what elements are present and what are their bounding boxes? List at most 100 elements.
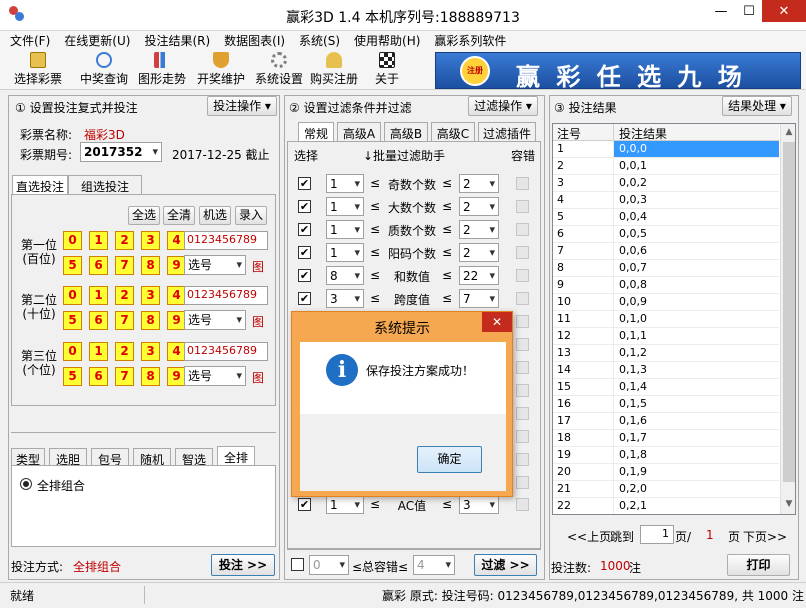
tab-banker[interactable]: 选胆	[49, 448, 87, 467]
table-row[interactable]: 2 0,0,1	[553, 158, 779, 175]
tab-direct-bet[interactable]: 直选投注	[12, 175, 68, 195]
dialog-ok-button[interactable]: 确定	[417, 446, 482, 473]
tab-package[interactable]: 包号	[91, 448, 129, 467]
menu-file[interactable]: 文件(F)	[10, 32, 50, 49]
pick-select-2[interactable]: 选号	[184, 310, 246, 330]
filter-button[interactable]: 过滤 >>	[474, 554, 537, 576]
tolerance-checkbox[interactable]	[516, 269, 529, 282]
number-ball[interactable]: 1	[89, 342, 108, 361]
page-input[interactable]: 1	[640, 525, 674, 544]
filter-min-select[interactable]: 1	[326, 174, 364, 193]
filter-min-select[interactable]: 1	[326, 243, 364, 262]
table-row[interactable]: 7 0,0,6	[553, 243, 779, 260]
table-row[interactable]: 21 0,2,0	[553, 481, 779, 498]
filter-min-select[interactable]: 3	[326, 289, 364, 308]
table-row[interactable]: 15 0,1,4	[553, 379, 779, 396]
pick-select-3[interactable]: 选号	[184, 366, 246, 386]
tolerance-checkbox[interactable]	[516, 177, 529, 190]
tolerance-checkbox[interactable]	[516, 200, 529, 213]
table-row[interactable]: 16 0,1,5	[553, 396, 779, 413]
toolbar-register[interactable]: 购买注册	[306, 52, 362, 88]
tolerance-checkbox[interactable]	[516, 453, 529, 466]
number-ball[interactable]: 2	[115, 342, 134, 361]
table-row[interactable]: 3 0,0,2	[553, 175, 779, 192]
number-ball[interactable]: 0	[63, 231, 82, 250]
table-row[interactable]: 18 0,1,7	[553, 430, 779, 447]
filter-max-select[interactable]: 2	[459, 174, 499, 193]
tolerance-checkbox[interactable]	[516, 498, 529, 511]
table-row[interactable]: 5 0,0,4	[553, 209, 779, 226]
tab-filter-plugins[interactable]: 过滤插件	[478, 122, 536, 142]
menu-series[interactable]: 赢彩系列软件	[434, 32, 506, 49]
print-button[interactable]: 打印	[727, 554, 790, 576]
select-all-button[interactable]: 全选	[128, 206, 160, 225]
total-tolerance-min[interactable]: 0	[309, 555, 349, 575]
tab-advanced-c[interactable]: 高级C	[431, 122, 475, 142]
filter-max-select[interactable]: 7	[459, 289, 499, 308]
digits-input-3[interactable]: 0123456789	[184, 342, 268, 361]
table-row[interactable]: 17 0,1,6	[553, 413, 779, 430]
tab-advanced-a[interactable]: 高级A	[337, 122, 381, 142]
table-row[interactable]: 19 0,1,8	[553, 447, 779, 464]
table-row[interactable]: 9 0,0,8	[553, 277, 779, 294]
toolbar-prize-query[interactable]: 中奖查询	[76, 52, 132, 88]
scroll-up-icon[interactable]: ▲	[781, 124, 795, 141]
filter-min-select[interactable]: 1	[326, 220, 364, 239]
number-ball[interactable]: 0	[63, 342, 82, 361]
close-button[interactable]: ✕	[762, 0, 806, 22]
results-scrollbar[interactable]: ▲ ▼	[780, 124, 795, 514]
menu-update[interactable]: 在线更新(U)	[64, 32, 130, 49]
filter-action-button[interactable]: 过滤操作 ▾	[468, 96, 538, 116]
pick-select-1[interactable]: 选号	[184, 255, 246, 275]
filter-min-select[interactable]: 8	[326, 266, 364, 285]
number-ball[interactable]: 3	[141, 286, 160, 305]
table-row[interactable]: 11 0,1,0	[553, 311, 779, 328]
table-row[interactable]: 12 0,1,1	[553, 328, 779, 345]
number-ball[interactable]: 7	[115, 367, 134, 386]
clear-all-button[interactable]: 全清	[163, 206, 195, 225]
table-row[interactable]: 13 0,1,2	[553, 345, 779, 362]
table-row[interactable]: 20 0,1,9	[553, 464, 779, 481]
filter-row-checkbox[interactable]: ✔	[298, 498, 311, 511]
tolerance-checkbox[interactable]	[516, 476, 529, 489]
toolbar-trend-chart[interactable]: 图形走势	[134, 52, 190, 88]
maximize-button[interactable]: ☐	[736, 0, 762, 22]
tolerance-checkbox[interactable]	[516, 223, 529, 236]
table-row[interactable]: 6 0,0,5	[553, 226, 779, 243]
menu-system[interactable]: 系统(S)	[299, 32, 340, 49]
tolerance-checkbox[interactable]	[516, 315, 529, 328]
filter-row-checkbox[interactable]: ✔	[298, 246, 311, 259]
number-ball[interactable]: 6	[89, 367, 108, 386]
chart-icon[interactable]: 图	[252, 369, 264, 386]
number-ball[interactable]: 5	[63, 256, 82, 275]
random-pick-button[interactable]: 机选	[199, 206, 231, 225]
number-ball[interactable]: 3	[141, 342, 160, 361]
number-ball[interactable]: 5	[63, 311, 82, 330]
tab-random[interactable]: 随机	[133, 448, 171, 467]
tolerance-checkbox[interactable]	[516, 430, 529, 443]
table-row[interactable]: 1 0,0,0	[553, 141, 779, 158]
filter-row-checkbox[interactable]: ✔	[298, 292, 311, 305]
digits-input-2[interactable]: 0123456789	[184, 286, 268, 305]
bet-button[interactable]: 投注 >>	[211, 554, 275, 576]
filter-row-checkbox[interactable]: ✔	[298, 223, 311, 236]
tab-general[interactable]: 常规	[298, 122, 334, 142]
filter-max-select[interactable]: 2	[459, 197, 499, 216]
chart-icon[interactable]: 图	[252, 258, 264, 275]
number-ball[interactable]: 2	[115, 286, 134, 305]
tolerance-checkbox[interactable]	[516, 292, 529, 305]
filter-row-checkbox[interactable]: ✔	[298, 177, 311, 190]
minimize-button[interactable]: —	[706, 0, 736, 22]
enter-button[interactable]: 录入	[235, 206, 267, 225]
tolerance-checkbox[interactable]	[516, 338, 529, 351]
toolbar-select-lottery[interactable]: 选择彩票	[10, 52, 66, 88]
table-row[interactable]: 8 0,0,7	[553, 260, 779, 277]
toolbar-draw-maintain[interactable]: 开奖维护	[193, 52, 249, 88]
filter-max-select[interactable]: 2	[459, 243, 499, 262]
table-row[interactable]: 14 0,1,3	[553, 362, 779, 379]
tolerance-checkbox[interactable]	[516, 407, 529, 420]
number-ball[interactable]: 6	[89, 311, 108, 330]
toolbar-about[interactable]: 关于	[362, 52, 412, 88]
dialog-close-button[interactable]: ✕	[482, 312, 512, 332]
number-ball[interactable]: 8	[141, 256, 160, 275]
